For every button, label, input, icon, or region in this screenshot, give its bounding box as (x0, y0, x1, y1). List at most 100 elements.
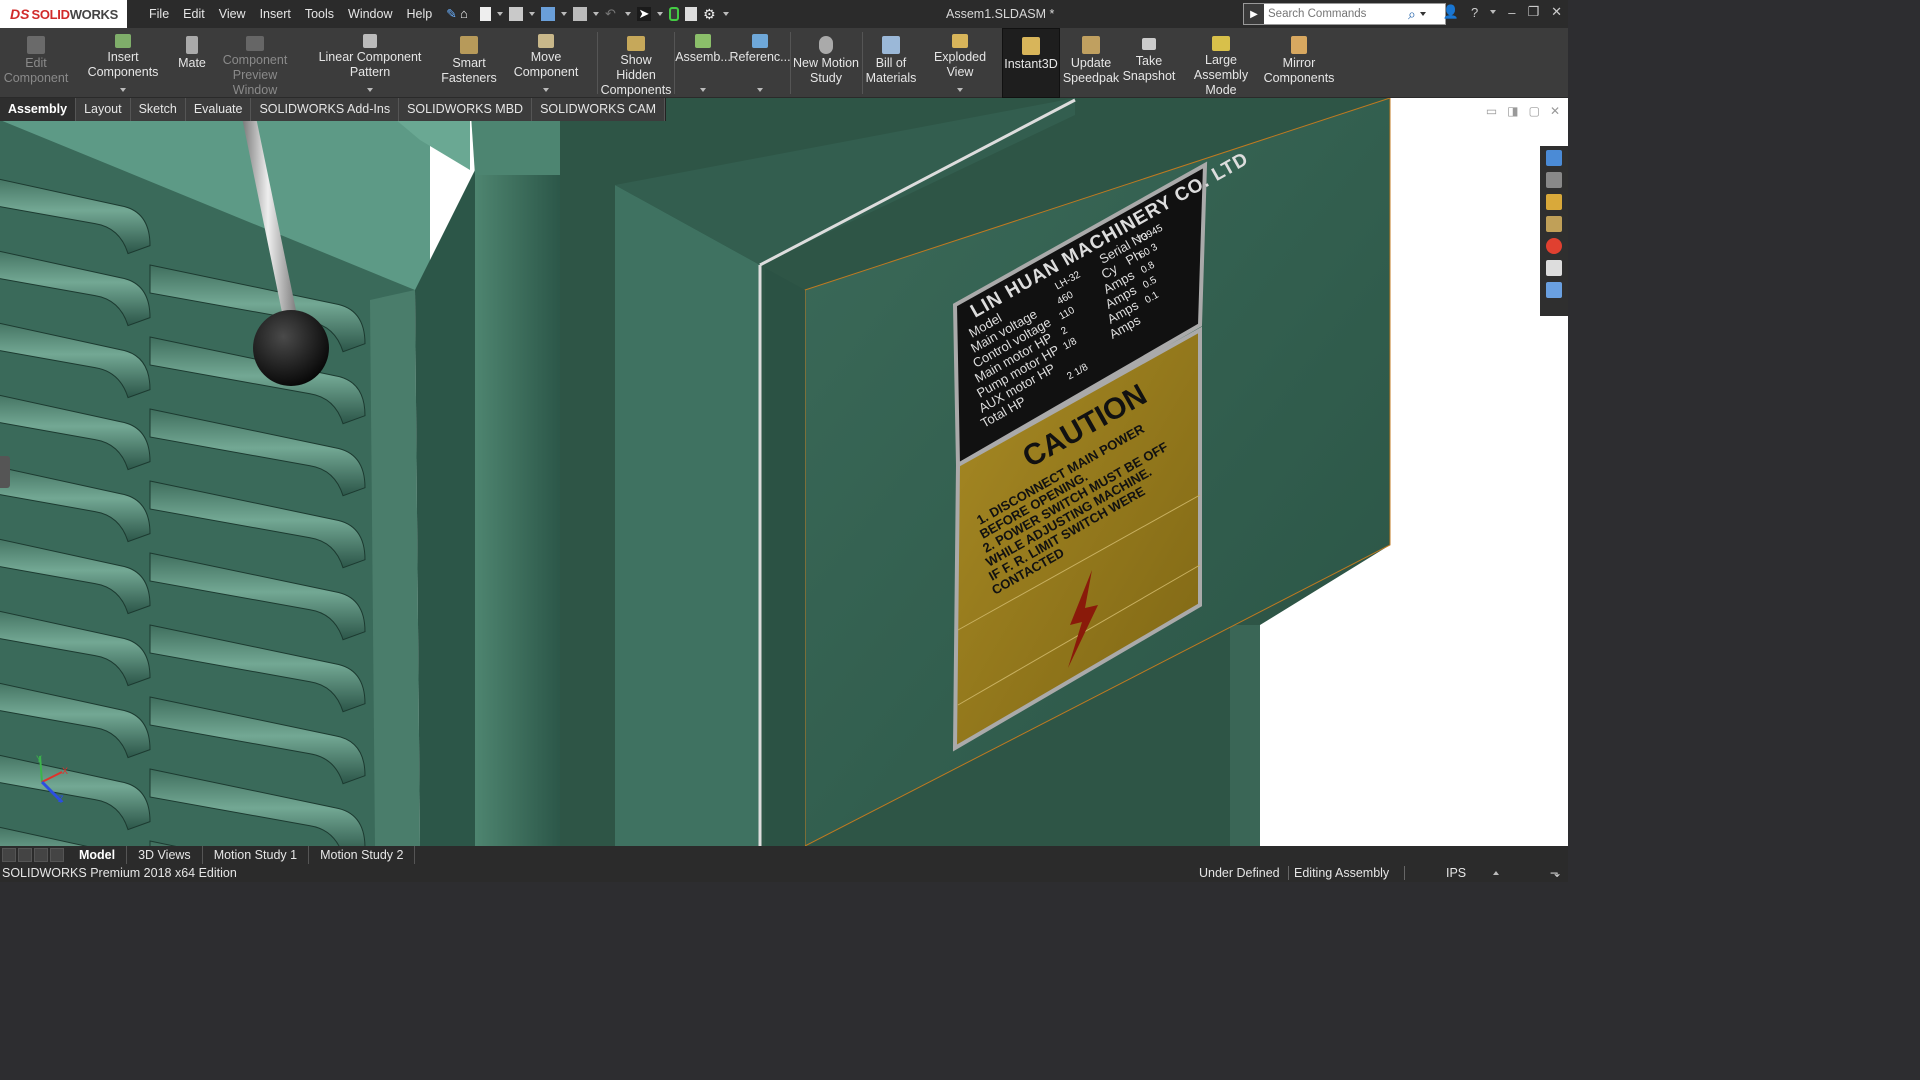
custom-properties-icon[interactable] (1546, 260, 1562, 276)
forum-icon[interactable] (1546, 282, 1562, 298)
save-icon[interactable] (541, 7, 555, 21)
tab-assembly[interactable]: Assembly (0, 98, 77, 121)
tab-addins[interactable]: SOLIDWORKS Add-Ins (251, 98, 400, 121)
file-explorer-icon[interactable] (1546, 194, 1562, 210)
select-dropdown-icon[interactable] (657, 12, 663, 16)
insert-components-dropdown-icon[interactable] (120, 88, 126, 92)
menu-insert[interactable]: Insert (253, 0, 298, 28)
viewport-window-controls: ▭ ◨ ▢ ✕ (1486, 104, 1560, 118)
units-dropdown-icon[interactable] (1493, 871, 1499, 875)
assembly-features-dropdown-icon[interactable] (700, 88, 706, 92)
reference-geometry-dropdown-icon[interactable] (757, 88, 763, 92)
save-dropdown-icon[interactable] (561, 12, 567, 16)
assembly-features-button[interactable]: Assemb... (675, 28, 731, 98)
rebuild-icon[interactable] (669, 7, 679, 21)
3d-model-scene[interactable]: LIN HUAN MACHINERY CO. LTD ModelLH-32Ser… (0, 98, 1568, 846)
menu-view[interactable]: View (212, 0, 253, 28)
assembly-features-label: Assemb... (675, 50, 731, 64)
move-component-dropdown-icon[interactable] (543, 88, 549, 92)
tab-motion-study-1[interactable]: Motion Study 1 (203, 846, 310, 864)
edit-component-button[interactable]: Edit Component (4, 28, 68, 98)
tab-cam[interactable]: SOLIDWORKS CAM (532, 98, 666, 121)
component-preview-button[interactable]: Component Preview Window (210, 28, 300, 98)
user-icon[interactable]: 👤 (1443, 4, 1459, 20)
instant3d-icon (1022, 37, 1040, 55)
home-icon[interactable]: ⌂ (460, 7, 474, 21)
notifications-icon[interactable]: ⬎ (1550, 864, 1560, 882)
design-library-icon[interactable] (1546, 172, 1562, 188)
open-icon[interactable] (509, 7, 523, 21)
print-dropdown-icon[interactable] (593, 12, 599, 16)
help-icon[interactable]: ? (1471, 5, 1478, 20)
options-dropdown-icon[interactable] (723, 12, 729, 16)
move-component-button[interactable]: Move Component (497, 28, 595, 98)
tab-motion-study-2[interactable]: Motion Study 2 (309, 846, 416, 864)
menu-window[interactable]: Window (341, 0, 399, 28)
smart-fasteners-button[interactable]: Smart Fasteners (441, 28, 497, 98)
large-assembly-icon (1212, 36, 1230, 51)
linear-pattern-dropdown-icon[interactable] (367, 88, 373, 92)
show-hidden-components-button[interactable]: Show Hidden Components (600, 28, 672, 98)
instant3d-button[interactable]: Instant3D (1002, 28, 1060, 98)
appearances-icon[interactable] (1546, 238, 1562, 254)
update-speedpak-button[interactable]: Update Speedpak (1062, 28, 1120, 98)
take-snapshot-button[interactable]: Take Snapshot (1122, 28, 1176, 98)
insert-components-button[interactable]: Insert Components (72, 28, 174, 98)
first-tab-icon[interactable] (2, 848, 16, 862)
last-tab-icon[interactable] (50, 848, 64, 862)
lever-knob[interactable] (253, 310, 329, 386)
tab-mbd[interactable]: SOLIDWORKS MBD (399, 98, 533, 121)
minimize-icon[interactable]: – (1508, 5, 1515, 20)
feature-manager-collapse-handle[interactable] (0, 456, 10, 488)
split-pane-icon[interactable]: ◨ (1507, 104, 1518, 118)
status-separator (1288, 866, 1289, 880)
help-dropdown-icon[interactable] (1490, 10, 1497, 14)
exploded-view-dropdown-icon[interactable] (957, 88, 963, 92)
next-tab-icon[interactable] (34, 848, 48, 862)
tab-sketch[interactable]: Sketch (130, 98, 186, 121)
menu-help[interactable]: Help (400, 0, 440, 28)
cabinet-side-edge (1230, 625, 1260, 846)
linear-pattern-button[interactable]: Linear Component Pattern (300, 28, 440, 98)
maximize-pane-icon[interactable]: ▢ (1529, 104, 1540, 118)
bill-of-materials-button[interactable]: Bill of Materials (864, 28, 918, 98)
menu-file[interactable]: File (142, 0, 176, 28)
graphics-viewport[interactable]: LIN HUAN MACHINERY CO. LTD Model LH-32 Ser… (0, 98, 1568, 846)
title-bar: DS SOLIDWORKS File Edit View Insert Tool… (0, 0, 1568, 28)
mate-button[interactable]: Mate (174, 28, 210, 98)
menu-tools[interactable]: Tools (298, 0, 341, 28)
open-dropdown-icon[interactable] (529, 12, 535, 16)
solidworks-logo[interactable]: DS SOLIDWORKS (0, 0, 127, 28)
new-dropdown-icon[interactable] (497, 12, 503, 16)
file-properties-icon[interactable] (685, 7, 697, 21)
select-icon[interactable]: ➤ (637, 7, 651, 21)
solidworks-resources-icon[interactable] (1546, 150, 1562, 166)
restore-pane-icon[interactable]: ▭ (1486, 104, 1497, 118)
unit-system[interactable]: IPS (1446, 864, 1466, 882)
search-commands-box[interactable]: ▶ ⌕ (1243, 3, 1446, 25)
tab-evaluate[interactable]: Evaluate (185, 98, 252, 121)
new-document-icon[interactable] (480, 7, 491, 21)
mirror-components-button[interactable]: Mirror Components (1264, 28, 1334, 98)
exploded-view-button[interactable]: Exploded View (920, 28, 1000, 98)
tab-model[interactable]: Model (68, 846, 128, 864)
undo-dropdown-icon[interactable] (625, 12, 631, 16)
view-palette-icon[interactable] (1546, 216, 1562, 232)
close-pane-icon[interactable]: ✕ (1550, 104, 1560, 118)
reference-geometry-button[interactable]: Referenc... (729, 28, 791, 98)
search-input[interactable] (1268, 8, 1408, 20)
search-icon[interactable]: ⌕ (1408, 6, 1416, 23)
search-dropdown-icon[interactable] (1419, 12, 1426, 16)
print-icon[interactable] (573, 7, 587, 21)
undo-icon[interactable]: ↶ (605, 7, 619, 21)
tab-layout[interactable]: Layout (76, 98, 131, 121)
menu-edit[interactable]: Edit (176, 0, 212, 28)
close-icon[interactable]: ✕ (1551, 4, 1562, 20)
show-hidden-icon (627, 36, 645, 51)
new-motion-study-button[interactable]: New Motion Study (792, 28, 860, 98)
prev-tab-icon[interactable] (18, 848, 32, 862)
tab-3d-views[interactable]: 3D Views (127, 846, 203, 864)
options-gear-icon[interactable]: ⚙ (703, 7, 717, 21)
restore-icon[interactable]: ❐ (1527, 4, 1539, 20)
large-assembly-mode-button[interactable]: Large Assembly Mode (1178, 28, 1264, 98)
